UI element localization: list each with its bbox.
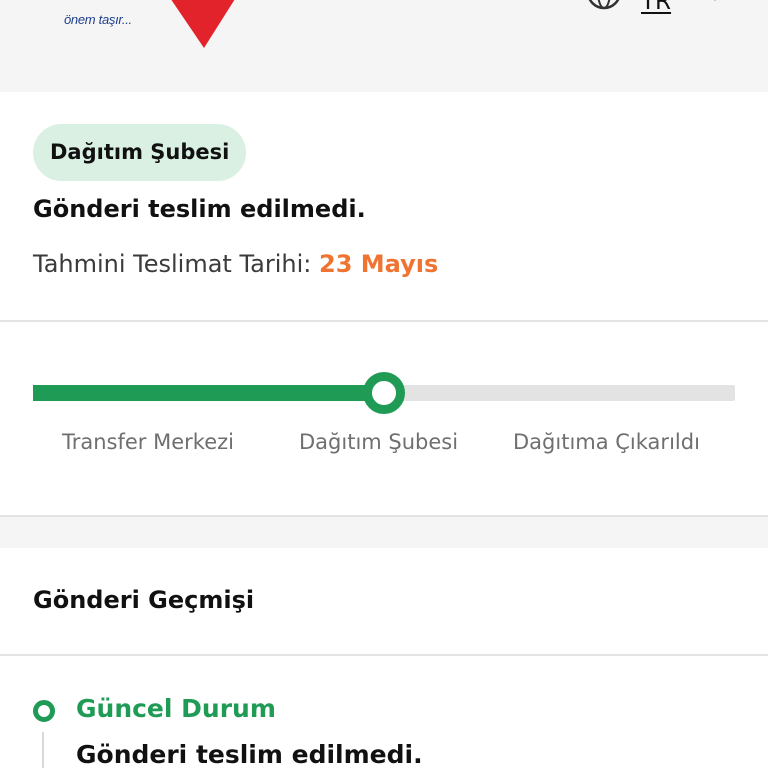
divider — [0, 515, 768, 517]
step-distribution-branch: Dağıtım Şubesi — [299, 430, 459, 454]
header: aras önem taşır... TR — [0, 0, 768, 92]
aras-logo[interactable]: aras önem taşır... — [40, 0, 260, 50]
status-title: Gönderi teslim edilmedi. — [33, 195, 366, 223]
history-current-state: Güncel Durum — [76, 694, 276, 723]
history-current-description: Gönderi teslim edilmedi. — [76, 740, 423, 768]
chevron-down-icon[interactable] — [704, 0, 726, 10]
step-out-for-delivery: Dağıtıma Çıkarıldı — [513, 430, 700, 454]
estimated-delivery: Tahmini Teslimat Tarihi: 23 Mayıs — [33, 250, 438, 278]
estimated-delivery-label: Tahmini Teslimat Tarihi: — [33, 250, 312, 278]
status-card: Dağıtım Şubesi Gönderi teslim edilmedi. … — [0, 92, 768, 320]
progress-fill — [33, 385, 384, 401]
divider — [0, 654, 768, 656]
history-title: Gönderi Geçmişi — [33, 586, 255, 614]
timeline-marker-icon — [33, 700, 55, 722]
progress-current-marker — [363, 372, 405, 414]
logo-mark-icon — [171, 0, 235, 48]
step-transfer-center: Transfer Merkezi — [62, 430, 234, 454]
estimated-delivery-date: 23 Mayıs — [319, 250, 439, 278]
history-card: Gönderi Geçmişi Güncel Durum Gönderi tes… — [0, 548, 768, 768]
status-badge: Dağıtım Şubesi — [33, 124, 247, 181]
logo-slogan: önem taşır... — [64, 12, 132, 27]
timeline-line — [42, 732, 44, 768]
progress-track — [33, 372, 735, 414]
language-selector[interactable]: TR — [641, 0, 671, 16]
globe-icon[interactable] — [585, 0, 623, 18]
progress-card: Transfer Merkezi Dağıtım Şubesi Dağıtıma… — [0, 322, 768, 515]
